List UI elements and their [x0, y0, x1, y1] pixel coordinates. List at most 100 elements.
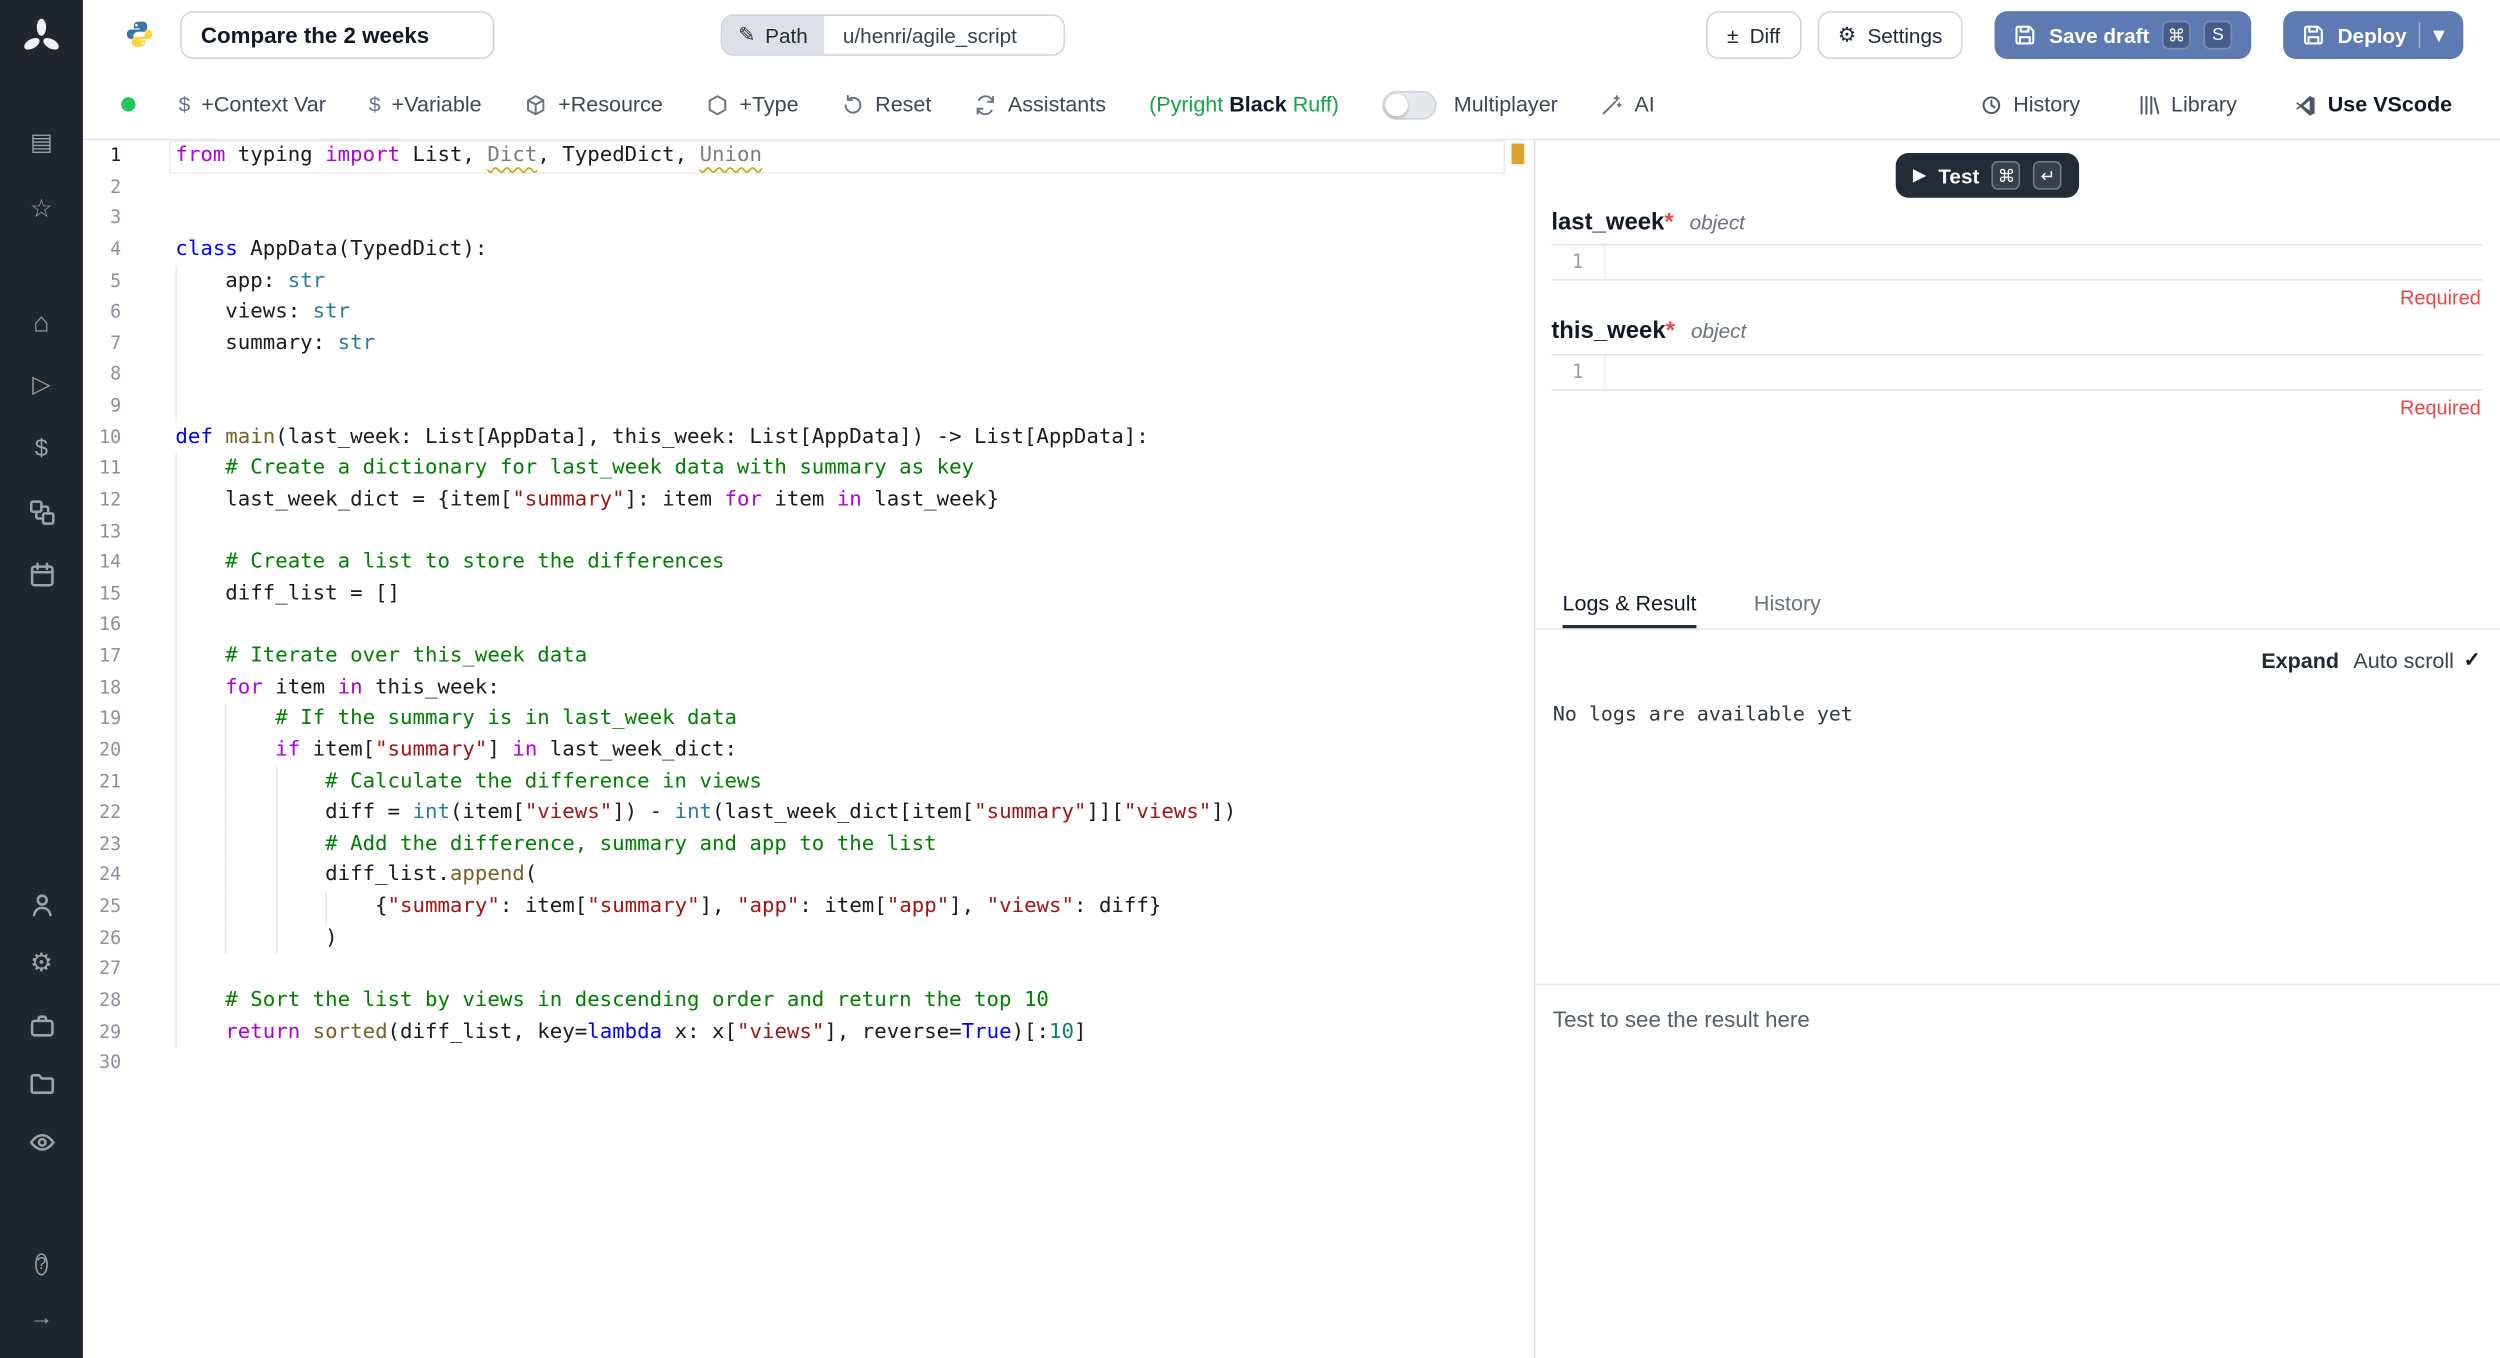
- resources-icon[interactable]: [0, 493, 83, 531]
- refresh-icon: [974, 93, 996, 115]
- dollar-icon: $: [369, 92, 381, 116]
- chevron-down-icon[interactable]: ▾: [2434, 22, 2444, 48]
- history-button[interactable]: History: [1980, 92, 2080, 116]
- line-number: 19: [83, 704, 121, 735]
- code-line[interactable]: 7 summary: str: [83, 328, 1534, 359]
- code-line[interactable]: 26 ): [83, 923, 1534, 954]
- line-number: 23: [83, 829, 121, 860]
- required-asterisk: *: [1666, 317, 1675, 344]
- folders-folder-icon[interactable]: [0, 1063, 83, 1101]
- home-icon[interactable]: ⌂: [0, 305, 83, 343]
- panels-icon[interactable]: ▤: [0, 124, 83, 162]
- return-key-icon: ↵: [2034, 161, 2063, 190]
- audit-eye-icon[interactable]: [0, 1122, 83, 1160]
- code-line[interactable]: 10def main(last_week: List[AppData], thi…: [83, 422, 1534, 453]
- library-button[interactable]: Library: [2138, 92, 2237, 116]
- line-number: 24: [83, 860, 121, 891]
- code-line[interactable]: 6 views: str: [83, 297, 1534, 328]
- add-variable-button[interactable]: $ +Variable: [369, 92, 482, 116]
- ai-button[interactable]: AI: [1601, 92, 1655, 116]
- line-number: 11: [83, 453, 121, 484]
- code-line[interactable]: 2: [83, 172, 1534, 203]
- history-clock-icon: [1980, 93, 2002, 115]
- code-line[interactable]: 12 last_week_dict = {item["summary"]: it…: [83, 485, 1534, 516]
- code-line[interactable]: 19 # If the summary is in last_week data: [83, 704, 1534, 735]
- code-line[interactable]: 14 # Create a list to store the differen…: [83, 547, 1534, 578]
- edit-path-button[interactable]: ✎ Path: [722, 16, 823, 54]
- save-draft-button[interactable]: Save draft ⌘ S: [1995, 11, 2251, 59]
- code-line[interactable]: 16: [83, 610, 1534, 641]
- code-line[interactable]: 30: [83, 1048, 1534, 1079]
- panel-divider: [1535, 984, 2500, 986]
- this-week-input[interactable]: [1607, 356, 2482, 389]
- use-vscode-button[interactable]: Use VScode: [2294, 92, 2452, 116]
- line-number: 28: [83, 985, 121, 1016]
- line-number: 10: [83, 422, 121, 453]
- status-green-dot: [121, 97, 135, 111]
- arg-editor-this-week: 1: [1551, 354, 2482, 391]
- line-number: 1: [83, 140, 121, 171]
- tab-history[interactable]: History: [1754, 582, 1821, 628]
- add-context-var-button[interactable]: $ +Context Var: [179, 92, 326, 116]
- users-person-icon[interactable]: [0, 885, 83, 923]
- settings-button[interactable]: ⚙ Settings: [1817, 11, 1963, 59]
- library-icon: [2138, 93, 2160, 115]
- code-line[interactable]: 15 diff_list = []: [83, 578, 1534, 609]
- code-line[interactable]: 23 # Add the difference, summary and app…: [83, 829, 1534, 860]
- code-line[interactable]: 17 # Iterate over this_week data: [83, 641, 1534, 672]
- box-icon: [525, 93, 547, 115]
- script-path-value[interactable]: u/henri/agile_script: [824, 16, 1063, 54]
- code-line[interactable]: 28 # Sort the list by views in descendin…: [83, 985, 1534, 1016]
- arg-line-number: 1: [1551, 356, 1605, 389]
- tab-logs-result[interactable]: Logs & Result: [1563, 582, 1697, 628]
- code-line[interactable]: 25 {"summary": item["summary"], "app": i…: [83, 891, 1534, 922]
- code-line[interactable]: 9: [83, 391, 1534, 422]
- line-number: 27: [83, 954, 121, 985]
- code-line[interactable]: 20 if item["summary"] in last_week_dict:: [83, 735, 1534, 766]
- code-line[interactable]: 18 for item in this_week:: [83, 672, 1534, 703]
- test-panel: ▶ Test ⌘ ↵ last_week* object 1 Required …: [1534, 140, 2500, 1358]
- windmill-logo-icon[interactable]: [21, 18, 62, 59]
- code-line[interactable]: 1from typing import List, Dict, TypedDic…: [83, 140, 1534, 171]
- collapse-arrow-icon[interactable]: →: [0, 1299, 83, 1337]
- code-line[interactable]: 27: [83, 954, 1534, 985]
- code-line[interactable]: 5 app: str: [83, 265, 1534, 296]
- assistants-button[interactable]: Assistants: [974, 92, 1106, 116]
- add-resource-button[interactable]: +Resource: [525, 92, 663, 116]
- code-line[interactable]: 8: [83, 359, 1534, 390]
- code-line[interactable]: 4class AppData(TypedDict):: [83, 234, 1534, 265]
- save-icon: [2014, 24, 2036, 46]
- line-number: 8: [83, 359, 121, 390]
- line-number: 16: [83, 610, 121, 641]
- code-line[interactable]: 13: [83, 516, 1534, 547]
- auto-scroll-toggle[interactable]: Auto scroll ✓: [2353, 647, 2480, 673]
- add-type-button[interactable]: +Type: [706, 92, 799, 116]
- deploy-button[interactable]: Deploy ▾: [2283, 11, 2463, 59]
- line-number: 4: [83, 234, 121, 265]
- reset-button[interactable]: Reset: [842, 92, 932, 116]
- code-line[interactable]: 24 diff_list.append(: [83, 860, 1534, 891]
- expand-button[interactable]: Expand: [2261, 648, 2339, 672]
- variables-dollar-icon[interactable]: $: [0, 430, 83, 468]
- settings-gear-icon[interactable]: ⚙: [0, 945, 83, 983]
- script-title-input[interactable]: [180, 11, 494, 59]
- runs-play-icon[interactable]: ▷: [0, 367, 83, 405]
- favorites-star-icon[interactable]: ☆: [0, 191, 83, 229]
- last-week-input[interactable]: [1607, 246, 2482, 279]
- diff-button[interactable]: ± Diff: [1706, 11, 1801, 59]
- code-line[interactable]: 21 # Calculate the difference in views: [83, 766, 1534, 797]
- help-question-icon[interactable]: ?: [0, 1244, 83, 1282]
- code-editor[interactable]: 1from typing import List, Dict, TypedDic…: [83, 140, 1534, 1358]
- line-number: 15: [83, 578, 121, 609]
- line-number: 20: [83, 735, 121, 766]
- workers-briefcase-icon[interactable]: [0, 1006, 83, 1044]
- code-line[interactable]: 11 # Create a dictionary for last_week d…: [83, 453, 1534, 484]
- code-line[interactable]: 22 diff = int(item["views"]) - int(last_…: [83, 798, 1534, 829]
- no-logs-message: No logs are available yet: [1553, 702, 1853, 726]
- code-line[interactable]: 29 return sorted(diff_list, key=lambda x…: [83, 1017, 1534, 1048]
- code-line[interactable]: 3: [83, 203, 1534, 234]
- schedules-calendar-icon[interactable]: [0, 555, 83, 593]
- multiplayer-toggle[interactable]: [1382, 90, 1436, 119]
- test-button[interactable]: ▶ Test ⌘ ↵: [1896, 153, 2080, 198]
- line-number: 22: [83, 798, 121, 829]
